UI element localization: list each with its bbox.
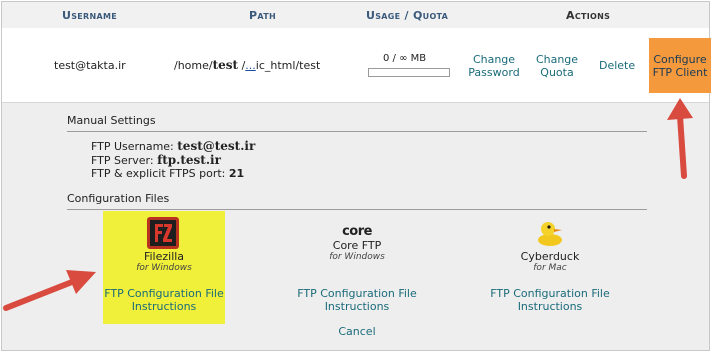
ftp-server-value: ftp.test.ir [157, 153, 221, 167]
change-quota-link[interactable]: Change Quota [532, 53, 582, 79]
cyberduck-client[interactable]: Cyberduck for Mac [500, 250, 600, 273]
cyberduck-icon[interactable] [535, 218, 565, 248]
annotation-arrow-configure [667, 98, 693, 179]
cyberduck-instructions-link[interactable]: FTP Configuration File Instructions [485, 287, 615, 313]
core-ftp-instructions-link[interactable]: FTP Configuration File Instructions [292, 287, 422, 313]
cyberduck-platform: for Mac [533, 263, 567, 273]
core-ftp-platform: for Windows [329, 252, 385, 262]
annotation-arrow-filezilla [3, 270, 96, 311]
table-header: Username Path Usage / Quota Actions [2, 2, 709, 29]
filezilla-icon[interactable] [147, 217, 179, 249]
account-path: /home/test /...ic_html/test [174, 58, 320, 72]
header-usage-quota[interactable]: Usage / Quota [366, 9, 448, 22]
account-username: test@takta.ir [54, 59, 126, 72]
ftp-username-label: FTP Username: [91, 140, 174, 153]
ftp-port-value: 21 [228, 167, 245, 180]
ftp-port-label: FTP & explicit FTPS port: [91, 167, 226, 180]
delete-link[interactable]: Delete [599, 59, 635, 72]
path-suffix: ic_html/test [255, 59, 321, 72]
configuration-files-divider [67, 209, 647, 210]
path-prefix: /home/ [174, 59, 213, 72]
core-ftp-icon[interactable]: core [337, 224, 377, 239]
header-username[interactable]: Username [62, 9, 117, 22]
filezilla-platform: for Windows [136, 263, 192, 273]
usage-bar [368, 68, 450, 77]
table-row: test@takta.ir /home/test /...ic_html/tes… [2, 28, 711, 103]
change-password-link[interactable]: Change Password [464, 53, 524, 79]
ftp-server-label: FTP Server: [91, 154, 154, 167]
header-actions: Actions [566, 9, 611, 22]
manual-settings-divider [67, 131, 647, 132]
cancel-link[interactable]: Cancel [322, 325, 392, 338]
configuration-files-title: Configuration Files [67, 192, 170, 205]
path-expand-link[interactable]: ... [245, 59, 256, 72]
core-ftp-client[interactable]: Core FTP for Windows [307, 239, 407, 262]
ftp-accounts-panel: Username Path Usage / Quota Actions test… [1, 1, 711, 351]
cyberduck-name: Cyberduck [520, 250, 580, 263]
manual-settings-title: Manual Settings [67, 114, 156, 127]
core-ftp-logo-text: core [342, 224, 372, 239]
ftp-username-setting: FTP Username: test@test.ir [91, 139, 255, 153]
ftp-username-value: test@test.ir [177, 139, 256, 153]
ftp-server-setting: FTP Server: ftp.test.ir [91, 153, 221, 167]
filezilla-name: Filezilla [143, 250, 185, 263]
usage-text: 0 / ∞ MB [383, 53, 427, 64]
core-ftp-name: Core FTP [332, 239, 382, 252]
ftp-port-setting: FTP & explicit FTPS port: 21 [91, 167, 244, 180]
filezilla-instructions-link[interactable]: FTP Configuration File Instructions [99, 287, 229, 313]
header-path[interactable]: Path [249, 9, 276, 22]
filezilla-client[interactable]: Filezilla for Windows [114, 250, 214, 273]
configure-ftp-client-button[interactable]: Configure FTP Client [649, 38, 711, 93]
path-user: test [212, 58, 239, 72]
